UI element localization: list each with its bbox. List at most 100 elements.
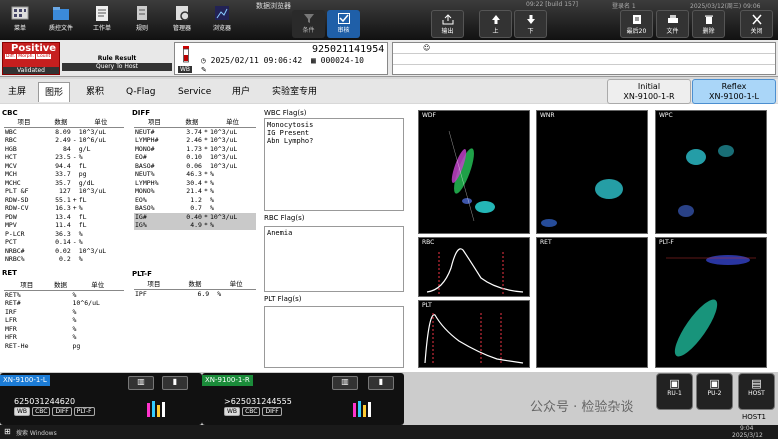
diff-cell-value: 3.74 xyxy=(186,127,202,136)
tab-qflag[interactable]: Q-Flag xyxy=(120,82,162,102)
cbc-row[interactable]: HGB 84 g/L xyxy=(4,145,124,154)
diff-row[interactable]: BASO% 0.7% xyxy=(134,204,256,213)
plt-flags-box[interactable] xyxy=(264,306,404,368)
down-button[interactable]: 下 xyxy=(514,10,547,38)
tab-graph[interactable]: 图形 xyxy=(38,82,71,102)
wnr-label: WNR xyxy=(540,112,555,119)
diff-row[interactable]: EO# 0.10 10^3/uL xyxy=(134,153,256,162)
up-button[interactable]: 上 xyxy=(479,10,512,38)
cbc-row[interactable]: MCH 33.7 pg xyxy=(4,170,124,179)
manager-button[interactable]: 管理器 xyxy=(164,2,200,38)
rbc-flags-box[interactable]: Anemia xyxy=(264,226,404,292)
cbc-row[interactable]: MPV 11.4 fL xyxy=(4,221,124,230)
ret-row[interactable]: IRF% xyxy=(4,308,124,317)
ret-row[interactable]: MFR% xyxy=(4,325,124,334)
diff-row[interactable]: LYMPH% 30.4 *% xyxy=(134,179,256,188)
cbc-row[interactable]: WBC 8.09 10^3/uL xyxy=(4,127,124,136)
tab-service[interactable]: Service xyxy=(172,82,217,102)
last20-button[interactable]: 最后20 xyxy=(620,10,653,38)
windows-search[interactable]: 搜索 Windows xyxy=(16,428,57,437)
rack-status-icon[interactable]: ▥ xyxy=(128,376,154,390)
cbc-cell-value: 23.5 xyxy=(55,153,71,161)
cbc-row[interactable]: P-LCR 36.3% xyxy=(4,230,124,239)
diff-cell-unit: 10^3/uL xyxy=(209,127,238,136)
cbc-cell-unit: 10^3/uL xyxy=(78,127,107,136)
validate-button[interactable]: 审核 xyxy=(327,10,360,38)
pltf-row[interactable]: IPF 6.9% xyxy=(134,289,256,298)
diff-row[interactable]: LYMPH# 2.46 * 10^3/uL xyxy=(134,136,256,145)
menu-label: 菜单 xyxy=(13,25,26,32)
initial-button[interactable]: Initial XN-9100-1-R xyxy=(607,79,691,104)
cbc-cell-unit: 10^3/uL xyxy=(78,246,107,255)
diff-row[interactable]: BASO# 0.06 10^3/uL xyxy=(134,162,256,171)
diff-title: DIFF xyxy=(132,109,150,117)
cbc-cell-unit: % xyxy=(78,238,83,246)
ret-row[interactable]: RET%% xyxy=(4,290,124,299)
diff-cell-unit: % xyxy=(209,178,214,187)
worklist-button[interactable]: 工作单 xyxy=(84,2,120,38)
qc-file-button[interactable]: 质控文件 xyxy=(43,2,79,38)
tube-status-icon-right[interactable]: ▮ xyxy=(368,376,394,390)
tube-status-icon[interactable]: ▮ xyxy=(162,376,188,390)
diff-cell-unit: 10^3/uL xyxy=(209,144,238,153)
ret-cell-unit: pg xyxy=(72,341,81,350)
rules-button[interactable]: 规则 xyxy=(124,2,160,38)
ret-title: RET xyxy=(2,269,17,277)
cbc-row[interactable]: RDW-CV 16.3 +% xyxy=(4,204,124,213)
ru1-button[interactable]: ▣ RU-1 xyxy=(656,373,693,410)
build-info: 09:22 [build 157] xyxy=(526,1,578,8)
host-button[interactable]: ▤ HOST xyxy=(738,373,775,410)
diff-row[interactable]: IG# 0.40 * 10^3/uL xyxy=(134,212,256,221)
tab-lab[interactable]: 实验室专用 xyxy=(266,82,323,102)
wpc-scattergram: WPC xyxy=(655,110,767,234)
cbc-row[interactable]: MCV 94.4 fL xyxy=(4,162,124,171)
diff-row[interactable]: NEUT# 3.74 * 10^3/uL xyxy=(134,127,256,136)
rack-status-icon-right[interactable]: ▥ xyxy=(332,376,358,390)
diff-row[interactable]: NEUT% 46.3 *% xyxy=(134,170,256,179)
cbc-row[interactable]: NRBC% 0.2% xyxy=(4,255,124,264)
cbc-row[interactable]: PCT 0.14-% xyxy=(4,238,124,247)
cbc-row[interactable]: RDW-SD 55.1 + fL xyxy=(4,196,124,205)
last20-icon xyxy=(632,15,641,24)
cbc-row[interactable]: PDW 13.4 fL xyxy=(4,213,124,222)
browser-button[interactable]: 浏览器 xyxy=(204,2,240,38)
close-button[interactable]: 关闭 xyxy=(740,10,773,38)
reflex-button[interactable]: Reflex XN-9100-1-L xyxy=(692,79,776,104)
diff-row[interactable]: MONO# 1.73 * 10^3/uL xyxy=(134,145,256,154)
output-button[interactable]: 输出 xyxy=(431,10,464,38)
diff-row[interactable]: EO% 1.2% xyxy=(134,196,256,205)
cbc-cell-unit: g/dL xyxy=(78,178,95,187)
condition-button[interactable]: 条件 xyxy=(292,10,325,38)
pu2-button[interactable]: ▣ PU-2 xyxy=(696,373,733,410)
cbc-row[interactable]: MCHC 35.7 g/dL xyxy=(4,179,124,188)
wbc-flags-box[interactable]: Monocytosis IG Present Abn Lympho? xyxy=(264,118,404,211)
cbc-row[interactable]: HCT 23.5-% xyxy=(4,153,124,162)
diff-cell-unit: % xyxy=(209,195,214,204)
analyzer-card-right[interactable]: XN-9100-1-R ▥ ▮ >625031244555 WB CBC DIF… xyxy=(202,373,404,425)
ret-row[interactable]: HFR% xyxy=(4,333,124,342)
ret-row[interactable]: RET# 10^6/uL xyxy=(4,299,124,308)
cbc-cell-value: 127 xyxy=(59,187,71,195)
cbc-row[interactable]: RBC 2.49-10^6/uL xyxy=(4,136,124,145)
delete-button[interactable]: 删除 xyxy=(692,10,725,38)
diff-row[interactable]: MONO% 21.4 *% xyxy=(134,187,256,196)
tab-cumulative[interactable]: 累积 xyxy=(80,82,110,102)
ret-row[interactable]: RET-He pg xyxy=(4,342,124,351)
tab-main[interactable]: 主屏 xyxy=(2,82,32,102)
ret-cell-unit: % xyxy=(72,316,77,324)
analyzer-card-left[interactable]: XN-9100-1-L ▥ ▮ 625031244620 WB CBC DIFF… xyxy=(0,373,202,425)
file-button[interactable]: 文件 xyxy=(656,10,689,38)
ret-row[interactable]: LFR% xyxy=(4,316,124,325)
windows-start-icon[interactable]: ⊞ xyxy=(4,427,11,436)
cbc-cell-value: 36.3 xyxy=(55,229,71,238)
cbc-cell-unit: 10^3/uL xyxy=(78,187,107,195)
tab-user[interactable]: 用户 xyxy=(226,82,256,102)
ret-graph-label: RET xyxy=(540,239,552,246)
cbc-row[interactable]: PLT &F 127 10^3/uL xyxy=(4,187,124,196)
window-title: 数据浏览器 xyxy=(256,2,291,10)
diff-row[interactable]: IG% 4.9 *% xyxy=(134,221,256,230)
ret-cell-unit: % xyxy=(72,290,77,299)
menu-button[interactable]: 菜单 xyxy=(2,2,38,38)
cbc-row[interactable]: NRBC# 0.02 10^3/uL xyxy=(4,247,124,256)
browser-icon xyxy=(215,6,229,20)
